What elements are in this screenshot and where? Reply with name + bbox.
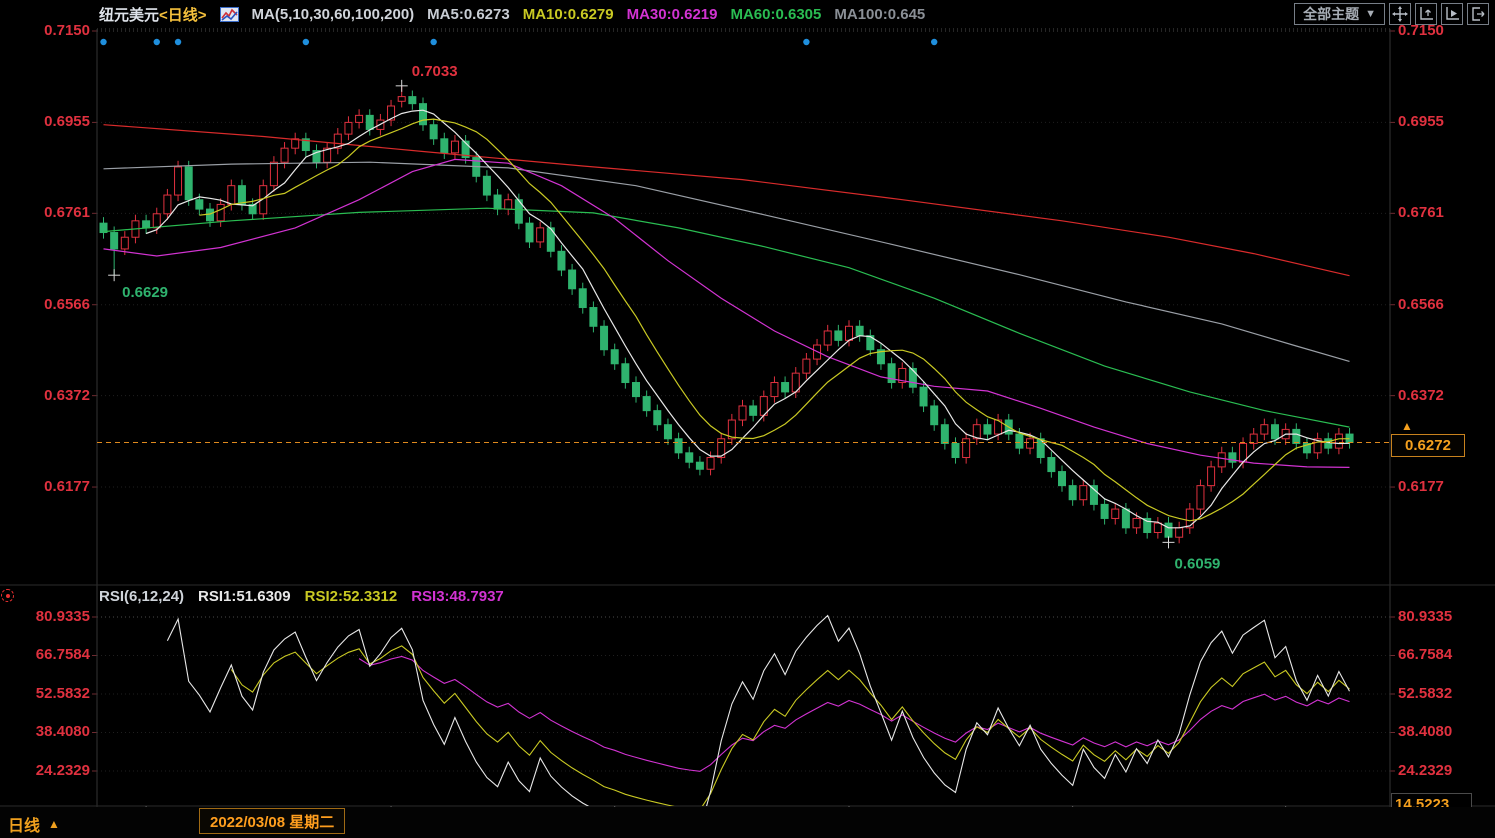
event-dot[interactable] (303, 39, 309, 45)
chart-canvas[interactable]: 0.7033 0.6629 0.6059 (0, 0, 1495, 838)
trading-chart-app: { "header": { "symbol": "纽元美元", "period_… (0, 0, 1495, 838)
price-tick-label: 0.7150 (1398, 22, 1444, 40)
ma-caption: MA(5,10,30,60,100,200) (252, 6, 415, 23)
ma-line-ma200 (104, 125, 1350, 276)
top-right-controls: 全部主题 ▼ (1294, 3, 1489, 25)
price-annotation: 0.7033 (412, 63, 458, 80)
ma-values: MA5:0.6273 MA10:0.6279 MA30:0.6219 MA60:0.6… (427, 6, 925, 23)
rsi-line-3 (359, 657, 1349, 772)
ma-value: MA5:0.6273 (427, 6, 510, 23)
ma-value: MA60:0.6305 (730, 6, 821, 23)
event-dot[interactable] (931, 39, 937, 45)
line-chart-icon[interactable] (220, 7, 239, 22)
current-price-tag: 0.6272 (1391, 434, 1465, 457)
top-bar: 纽元美元<日线> MA(5,10,30,60,100,200) MA5:0.62… (0, 0, 1495, 28)
rsi-tick-label: 38.4080 (1398, 723, 1452, 741)
ma-value: MA100:0.645 (834, 6, 925, 23)
price-tick-label: 0.6955 (1398, 113, 1444, 131)
period-selector[interactable]: 日线 ▲ (8, 812, 60, 836)
rsi-tick-label: 38.4080 (2, 723, 90, 741)
rsi-tick-label: 24.2329 (1398, 762, 1452, 780)
theme-dropdown-label: 全部主题 (1303, 4, 1359, 24)
event-dot[interactable] (154, 39, 160, 45)
ma-line-ma60 (104, 208, 1350, 427)
price-tick-label: 0.6761 (1398, 204, 1444, 222)
price-annotation: 0.6629 (122, 284, 168, 301)
rsi-tick-label: 80.9335 (1398, 608, 1452, 626)
rsi2-value: RSI2:52.3312 (305, 588, 398, 605)
ma-value: MA30:0.6219 (627, 6, 718, 23)
price-tick-label: 0.6372 (2, 387, 90, 405)
candlesticks[interactable] (100, 86, 1353, 543)
price-tick-label: 0.6566 (1398, 296, 1444, 314)
date-tooltip: 2022/03/08 星期二 (199, 808, 345, 834)
rsi-line-1 (167, 616, 1349, 831)
price-tick-label: 0.6761 (2, 204, 90, 222)
chevron-down-icon: ▼ (1365, 8, 1376, 20)
rsi-line-2 (231, 646, 1349, 810)
price-tick-label: 0.6955 (2, 113, 90, 131)
ma-line-ma100 (104, 162, 1350, 361)
period-tag: <日线> (159, 4, 207, 25)
price-up-arrow-icon: ▲ (1401, 420, 1413, 432)
ma-line-ma10 (199, 119, 1349, 521)
crosshair-target-icon (1, 589, 14, 602)
price-tick-label: 0.7150 (2, 22, 90, 40)
axis-play-icon (1444, 6, 1460, 22)
rsi-tick-label: 52.5832 (1398, 685, 1452, 703)
price-annotation: 0.6059 (1175, 555, 1221, 572)
price-tick-label: 0.6177 (2, 478, 90, 496)
triangle-up-icon: ▲ (48, 817, 60, 831)
ma-line-ma30 (104, 159, 1350, 467)
rsi1-value: RSI1:51.6309 (198, 588, 291, 605)
period-label: 日线 (8, 812, 40, 836)
axis-zoom-icon (1418, 6, 1434, 22)
pan-icon (1392, 6, 1408, 22)
rsi-tick-label: 52.5832 (2, 685, 90, 703)
rsi-tick-label: 66.7584 (1398, 646, 1452, 664)
event-dot[interactable] (100, 39, 106, 45)
event-dot[interactable] (175, 39, 181, 45)
rsi-tick-label: 66.7584 (2, 646, 90, 664)
ma-line-ma5 (146, 110, 1349, 528)
rsi-caption: RSI(6,12,24) (99, 588, 184, 605)
bottom-bar: 日线 ▲ 2022/03/08 星期二 (0, 807, 1495, 838)
export-icon (1470, 6, 1486, 22)
price-tick-label: 0.6372 (1398, 387, 1444, 405)
symbol-legend: 纽元美元<日线> MA(5,10,30,60,100,200) MA5:0.62… (99, 4, 925, 25)
event-dot[interactable] (803, 39, 809, 45)
rsi3-value: RSI3:48.7937 (411, 588, 504, 605)
symbol-name[interactable]: 纽元美元 (99, 4, 159, 25)
rsi-legend: RSI(6,12,24) RSI1:51.6309 RSI2:52.3312 R… (99, 588, 504, 605)
rsi-tick-label: 24.2329 (2, 762, 90, 780)
export-button[interactable] (1467, 3, 1489, 25)
price-tick-label: 0.6566 (2, 296, 90, 314)
axis-play-button[interactable] (1441, 3, 1463, 25)
ma-value: MA10:0.6279 (523, 6, 614, 23)
theme-dropdown[interactable]: 全部主题 ▼ (1294, 3, 1385, 25)
event-dot[interactable] (430, 39, 436, 45)
price-tick-label: 0.6177 (1398, 478, 1444, 496)
rsi-tick-label: 80.9335 (2, 608, 90, 626)
